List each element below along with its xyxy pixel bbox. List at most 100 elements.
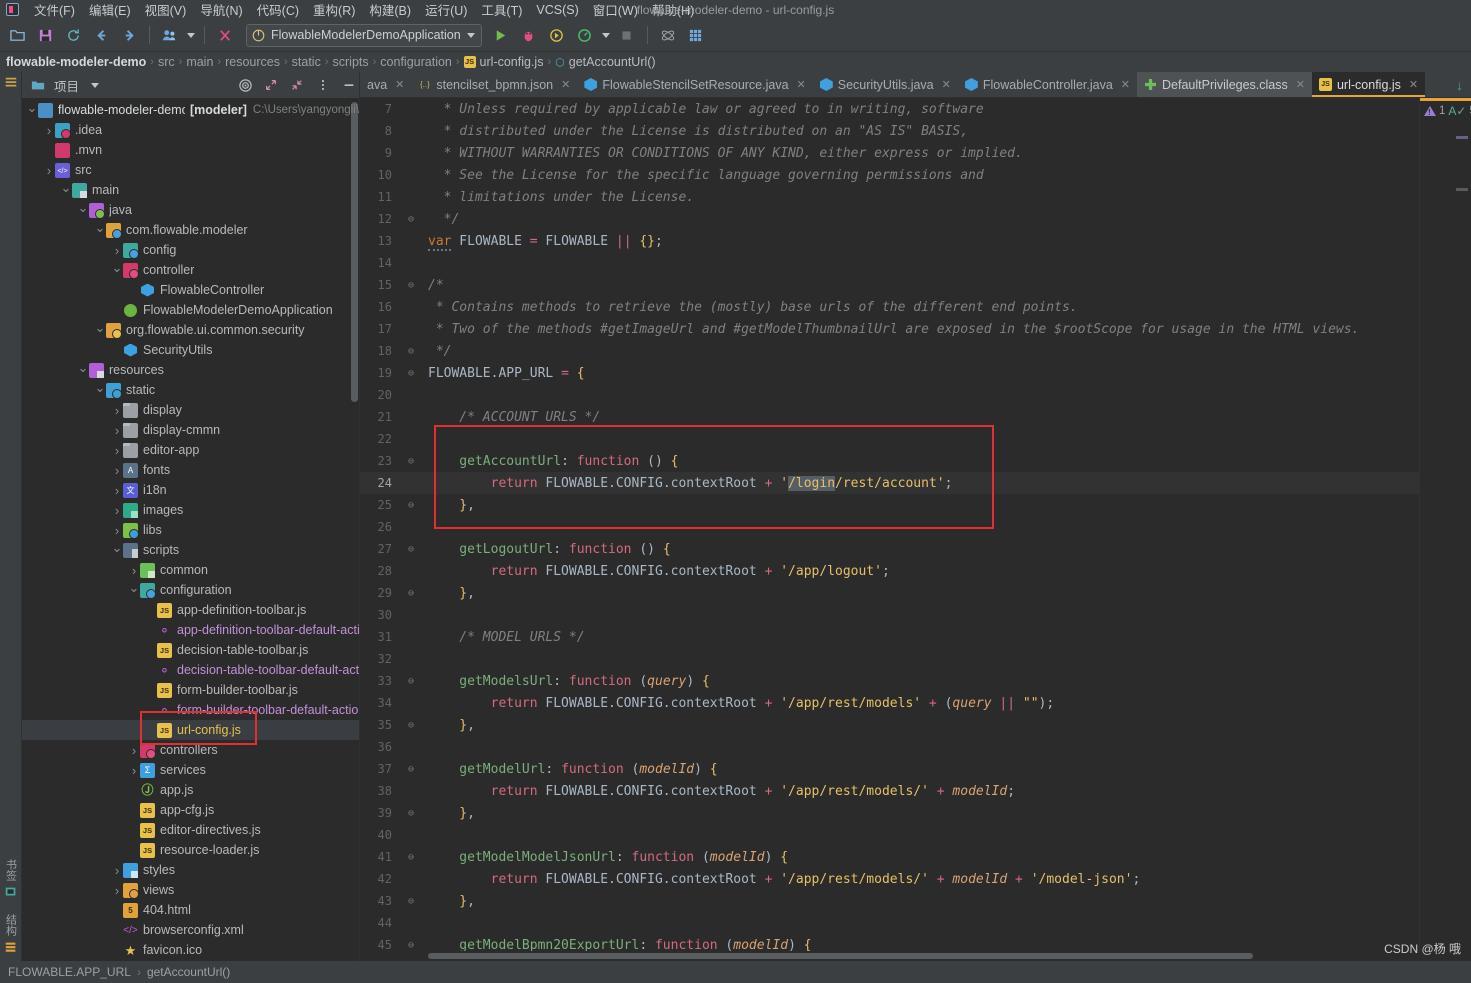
chevron-down-icon[interactable]: [77, 364, 89, 377]
tree-node-security-utils[interactable]: SecurityUtils: [22, 340, 359, 360]
tree-node-src[interactable]: src: [22, 160, 359, 180]
tree-node-services[interactable]: services: [22, 760, 359, 780]
tree-node-form-builder-toolbar-default-actions[interactable]: form-builder-toolbar-default-action: [22, 700, 359, 720]
chevron-right-icon[interactable]: [111, 524, 123, 537]
menu-file[interactable]: 文件(F): [27, 0, 82, 20]
status-breadcrumb-root[interactable]: FLOWABLE.APP_URL: [8, 965, 131, 979]
code-line[interactable]: 15 ⊖ /*: [360, 274, 1419, 296]
project-tree[interactable]: flowable-modeler-demo [modeler] C:\Users\y…: [22, 98, 359, 961]
tab-flowable-controller-java[interactable]: FlowableController.java ✕: [958, 72, 1137, 97]
code-line[interactable]: 23 ⊖ getAccountUrl: function () {: [360, 450, 1419, 472]
back-arrow-icon[interactable]: [88, 22, 114, 48]
code-line[interactable]: 41 ⊖ getModelModelJsonUrl: function (mode…: [360, 846, 1419, 868]
tree-node-libs[interactable]: libs: [22, 520, 359, 540]
tree-node-idea[interactable]: .idea: [22, 120, 359, 140]
collapse-all-icon[interactable]: [287, 75, 307, 95]
menu-build[interactable]: 构建(B): [362, 0, 418, 20]
chevron-down-icon[interactable]: [466, 32, 475, 38]
code-line[interactable]: 39 ⊖ },: [360, 802, 1419, 824]
tab-security-utils-java[interactable]: SecurityUtils.java ✕: [813, 72, 958, 97]
chevron-down-icon-2[interactable]: [600, 22, 612, 48]
code-fold-marker[interactable]: ⊖: [400, 896, 422, 907]
tree-node-scripts[interactable]: scripts: [22, 540, 359, 560]
code-fold-marker[interactable]: ⊖: [400, 676, 422, 687]
tree-node-resources[interactable]: resources: [22, 360, 359, 380]
code-fold-marker[interactable]: ⊖: [400, 852, 422, 863]
debug-icon[interactable]: [516, 22, 542, 48]
menu-bar[interactable]: 文件(F) 编辑(E) 视图(V) 导航(N) 代码(C) 重构(R) 构建(B) 运行(U)…: [27, 0, 701, 20]
code-line[interactable]: 44: [360, 912, 1419, 934]
tree-node-config[interactable]: config: [22, 240, 359, 260]
code-fold-marker[interactable]: ⊖: [400, 214, 422, 225]
menu-refactor[interactable]: 重构(R): [306, 0, 362, 20]
tree-node-favicon-ico[interactable]: favicon.ico: [22, 940, 359, 960]
chevron-right-icon[interactable]: [43, 164, 55, 177]
tree-node-browserconfig-xml[interactable]: browserconfig.xml: [22, 920, 359, 940]
menu-navigate[interactable]: 导航(N): [193, 0, 249, 20]
save-all-icon[interactable]: [32, 22, 58, 48]
chevron-down-icon[interactable]: [94, 384, 106, 397]
tree-node-org-flowable-ui-common-security[interactable]: org.flowable.ui.common.security: [22, 320, 359, 340]
breadcrumb-item-src[interactable]: src: [158, 55, 175, 69]
code-fold-marker[interactable]: ⊖: [400, 940, 422, 951]
project-structure-icon[interactable]: [4, 76, 18, 95]
tree-node-decision-table-toolbar-js[interactable]: decision-table-toolbar.js: [22, 640, 359, 660]
tree-node-controllers[interactable]: controllers: [22, 740, 359, 760]
code-line[interactable]: 17 * Two of the methods #getImageUrl and…: [360, 318, 1419, 340]
breadcrumb-item-main[interactable]: main: [186, 55, 213, 69]
code-line[interactable]: 27 ⊖ getLogoutUrl: function () {: [360, 538, 1419, 560]
breadcrumb-item-configuration[interactable]: configuration: [380, 55, 452, 69]
tree-node-app-definition-toolbar-js[interactable]: app-definition-toolbar.js: [22, 600, 359, 620]
code-line[interactable]: 36: [360, 736, 1419, 758]
code-line[interactable]: 29 ⊖ },: [360, 582, 1419, 604]
breadcrumb-item-static[interactable]: static: [292, 55, 321, 69]
breadcrumb-member[interactable]: getAccountUrl(): [569, 55, 656, 69]
tree-node-project-root[interactable]: flowable-modeler-demo [modeler] C:\Users\y…: [22, 100, 359, 120]
code-line[interactable]: 18 ⊖ */: [360, 340, 1419, 362]
code-line[interactable]: 12 ⊖ */: [360, 208, 1419, 230]
profiler-icon[interactable]: [572, 22, 598, 48]
run-icon[interactable]: [488, 22, 514, 48]
code-fold-marker[interactable]: ⊖: [400, 368, 422, 379]
breadcrumb-item-scripts[interactable]: scripts: [333, 55, 369, 69]
menu-vcs[interactable]: VCS(S): [529, 2, 585, 18]
breadcrumb-file[interactable]: url-config.js: [480, 55, 544, 69]
chevron-down-icon[interactable]: [185, 22, 197, 48]
chevron-down-icon[interactable]: [60, 184, 72, 197]
chevron-right-icon[interactable]: [111, 404, 123, 417]
run-with-coverage-icon[interactable]: [544, 22, 570, 48]
breadcrumb-root[interactable]: flowable-modeler-demo: [6, 55, 146, 69]
tree-node-resource-loader-js[interactable]: resource-loader.js: [22, 840, 359, 860]
code-line[interactable]: 35 ⊖ },: [360, 714, 1419, 736]
tree-node-static[interactable]: static: [22, 380, 359, 400]
tree-node-editor-app[interactable]: editor-app: [22, 440, 359, 460]
scrollbar-thumb[interactable]: [428, 953, 1253, 959]
editor-tab-overflow[interactable]: ↓: [1448, 72, 1471, 97]
code-fold-marker[interactable]: ⊖: [400, 588, 422, 599]
chevron-down-icon[interactable]: [128, 584, 140, 597]
chevron-right-icon[interactable]: [128, 564, 140, 577]
chevron-right-icon[interactable]: [111, 444, 123, 457]
tree-node-images[interactable]: images: [22, 500, 359, 520]
code-line[interactable]: 33 ⊖ getModelsUrl: function (query) {: [360, 670, 1419, 692]
down-arrow-icon[interactable]: ↓: [1456, 77, 1463, 93]
tree-node-views[interactable]: views: [22, 880, 359, 900]
target-scroll-from-source-icon[interactable]: [235, 75, 255, 95]
chevron-down-icon[interactable]: [77, 204, 89, 217]
code-line[interactable]: 10 * See the License for the specific la…: [360, 164, 1419, 186]
close-icon[interactable]: ✕: [395, 78, 404, 91]
atom-icon[interactable]: [655, 22, 681, 48]
code-fold-marker[interactable]: ⊖: [400, 764, 422, 775]
menu-run[interactable]: 运行(U): [418, 0, 474, 20]
code-line[interactable]: 11 * limitations under the License.: [360, 186, 1419, 208]
breadcrumb-item-resources[interactable]: resources: [225, 55, 280, 69]
chevron-right-icon[interactable]: [111, 884, 123, 897]
code-line[interactable]: 14: [360, 252, 1419, 274]
chevron-right-icon[interactable]: [128, 744, 140, 757]
code-line[interactable]: 9 * WITHOUT WARRANTIES OR CONDITIONS OF …: [360, 142, 1419, 164]
tree-node-app-definition-toolbar-default-actions[interactable]: app-definition-toolbar-default-actio: [22, 620, 359, 640]
code-line[interactable]: 21 /* ACCOUNT URLS */: [360, 406, 1419, 428]
menu-help[interactable]: 帮助(H): [645, 0, 701, 20]
chevron-right-icon[interactable]: [43, 124, 55, 137]
tree-node-mvn[interactable]: .mvn: [22, 140, 359, 160]
